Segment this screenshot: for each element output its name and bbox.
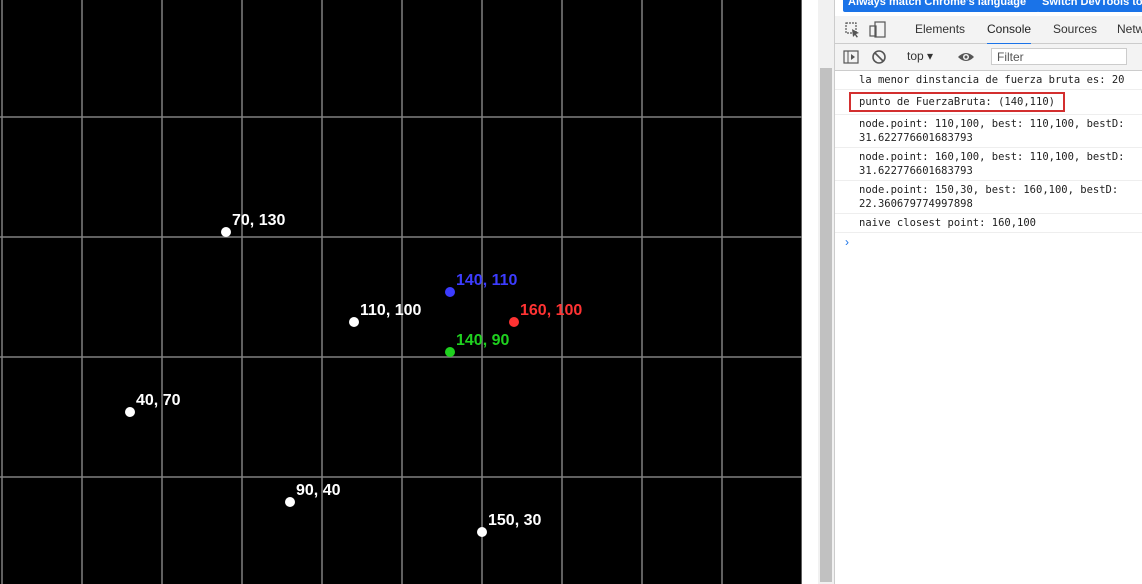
dropdown-caret-icon: ▾: [927, 49, 934, 63]
tab-elements[interactable]: Elements: [915, 16, 965, 43]
point-label: 140, 110: [456, 272, 518, 289]
divider: [802, 0, 818, 584]
point-label: 110, 100: [360, 302, 422, 319]
switch-language-button[interactable]: Switch DevTools to: [1037, 0, 1142, 12]
point-marker: [221, 227, 231, 237]
point-marker: [477, 527, 487, 537]
point-marker: [445, 347, 455, 357]
point-label: 40, 70: [136, 392, 181, 409]
devtools-tabbar: Elements Console Sources Netw: [835, 16, 1142, 45]
show-sidebar-icon[interactable]: [843, 49, 859, 70]
point-marker: [285, 497, 295, 507]
console-output: la menor dinstancia de fuerza bruta es: …: [835, 71, 1142, 249]
scrollbar-thumb[interactable]: [820, 68, 832, 582]
console-toolbar: top ▾ Filter: [835, 44, 1142, 71]
grid: [0, 0, 802, 584]
point-label: 140, 90: [456, 332, 510, 349]
clear-console-icon[interactable]: [871, 49, 887, 70]
always-match-language-button[interactable]: Always match Chrome's language: [843, 0, 1039, 12]
console-line: node.point: 160,100, best: 110,100, best…: [835, 148, 1142, 181]
tab-sources[interactable]: Sources: [1053, 16, 1097, 43]
console-line: node.point: 150,30, best: 160,100, bestD…: [835, 181, 1142, 214]
inspect-element-icon[interactable]: [845, 22, 861, 43]
point-marker: [509, 317, 519, 327]
point-marker: [445, 287, 455, 297]
context-label: top: [907, 49, 924, 63]
devtools-panel: Always match Chrome's language Switch De…: [834, 0, 1142, 584]
console-line: la menor dinstancia de fuerza bruta es: …: [835, 71, 1142, 90]
console-line: node.point: 110,100, best: 110,100, best…: [835, 115, 1142, 148]
tab-console[interactable]: Console: [987, 16, 1032, 45]
device-toolbar-icon[interactable]: [869, 21, 887, 44]
live-expression-eye-icon[interactable]: [957, 49, 975, 70]
console-line-highlighted: punto de FuerzaBruta: (140,110): [835, 90, 1142, 115]
highlight-box: punto de FuerzaBruta: (140,110): [849, 92, 1065, 112]
point-label: 90, 40: [296, 482, 341, 499]
point-marker: [349, 317, 359, 327]
context-selector[interactable]: top ▾: [907, 49, 933, 63]
tab-network[interactable]: Netw: [1117, 16, 1142, 43]
point-label: 160, 100: [520, 302, 583, 319]
filter-input[interactable]: Filter: [991, 48, 1127, 65]
point-marker: [125, 407, 135, 417]
point-label: 70, 130: [232, 212, 286, 229]
drawing-canvas[interactable]: 70, 130 140, 110 110, 100 160, 100 140, 90 40…: [0, 0, 802, 584]
console-line: naive closest point: 160,100: [835, 214, 1142, 233]
grid-and-points: [0, 0, 802, 584]
point-label: 150, 30: [488, 512, 542, 529]
language-bar: Always match Chrome's language Switch De…: [835, 0, 1142, 12]
console-prompt[interactable]: ›: [835, 233, 1142, 249]
